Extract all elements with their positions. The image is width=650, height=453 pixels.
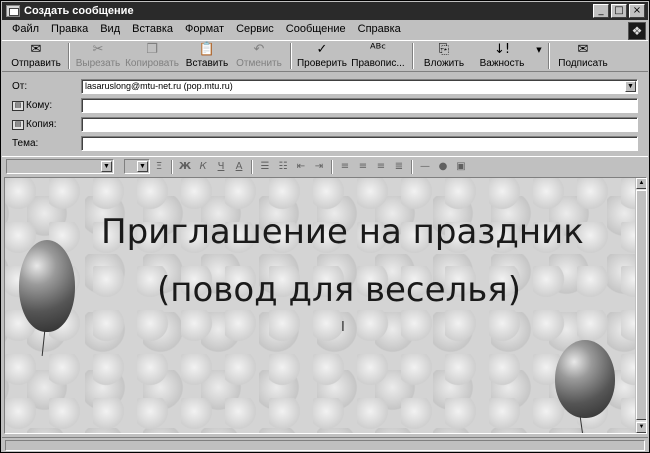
undo-button[interactable]: ↶ Отменить (232, 41, 286, 71)
toolbar-separator (411, 159, 413, 174)
bullet-list-icon[interactable]: ☷ (276, 160, 290, 174)
check-names-button[interactable]: ✓ Проверить (296, 41, 348, 71)
close-button[interactable]: × (629, 4, 645, 18)
hyperlink-icon[interactable]: ● (436, 160, 450, 174)
compose-window: Создать сообщение _ □ × Файл Правка Вид … (0, 0, 650, 453)
status-pane (5, 440, 645, 451)
from-label: От: (12, 81, 28, 92)
numbered-list-icon[interactable]: ☰ (258, 160, 272, 174)
title-bar[interactable]: Создать сообщение _ □ × (2, 2, 648, 20)
toolbar-separator (68, 43, 70, 69)
send-icon: ✉ (30, 42, 42, 57)
toolbar-separator (290, 43, 292, 69)
compose-icon (6, 5, 20, 17)
chevron-down-icon[interactable]: ▼ (625, 81, 636, 92)
minimize-button[interactable]: _ (593, 4, 609, 18)
from-row: От: lasaruslong@mtu-net.ru (pop.mtu.ru) … (2, 78, 648, 95)
decrease-indent-icon[interactable]: ⇤ (294, 160, 308, 174)
menu-help[interactable]: Справка (352, 23, 407, 35)
font-color-icon[interactable]: A (232, 160, 246, 174)
align-center-icon[interactable]: ≡ (356, 160, 370, 174)
cut-button[interactable]: ✂ Вырезать (74, 41, 122, 71)
toolbar-separator (548, 43, 550, 69)
sign-icon: ✉ (577, 42, 589, 57)
subject-label: Тема: (12, 138, 39, 149)
paste-icon: 📋 (198, 42, 216, 57)
menu-message[interactable]: Сообщение (280, 23, 352, 35)
maximize-button[interactable]: □ (611, 4, 627, 18)
send-button[interactable]: ✉ Отправить (8, 41, 64, 71)
paragraph-style-icon[interactable]: Ξ (152, 160, 166, 174)
balloon-image-right (555, 340, 615, 418)
to-row: ▤ Кому: (2, 97, 648, 114)
cc-label-button[interactable]: ▤ Копия: (2, 119, 78, 130)
priority-icon: ↓! (493, 42, 511, 57)
chevron-down-icon[interactable]: ▼ (137, 161, 148, 172)
cc-label: Копия: (26, 119, 57, 130)
status-bar (2, 437, 648, 452)
to-label-button[interactable]: ▤ Кому: (2, 100, 78, 111)
invitation-subheading: (повод для веселья) (157, 270, 522, 310)
toolbar-separator (331, 159, 333, 174)
undo-icon: ↶ (253, 42, 265, 57)
align-left-icon[interactable]: ≡ (338, 160, 352, 174)
bold-icon[interactable]: Ж (178, 160, 192, 174)
check-icon: ✓ (316, 42, 328, 57)
spelling-button[interactable]: ᴬᴮᶜ Правопис... (348, 41, 408, 71)
text-cursor-icon: I (341, 320, 345, 335)
horizontal-line-icon[interactable]: — (418, 160, 432, 174)
main-toolbar: ✉ Отправить ✂ Вырезать ❐ Копировать 📋 Вс… (2, 40, 648, 72)
menu-insert[interactable]: Вставка (126, 23, 179, 35)
menu-edit[interactable]: Правка (45, 23, 94, 35)
to-field[interactable] (81, 98, 638, 113)
address-book-icon: ▤ (12, 100, 24, 111)
toolbar-separator (171, 159, 173, 174)
menu-format[interactable]: Формат (179, 23, 230, 35)
window-title: Создать сообщение (24, 5, 134, 17)
insert-picture-icon[interactable]: ▣ (454, 160, 468, 174)
spelling-icon: ᴬᴮᶜ (369, 42, 387, 57)
sign-button[interactable]: ✉ Подписать (554, 41, 612, 71)
menu-tools[interactable]: Сервис (230, 23, 280, 35)
scroll-up-icon[interactable]: ▲ (636, 178, 646, 189)
chevron-down-icon[interactable]: ▼ (101, 161, 112, 172)
invitation-heading: Приглашение на праздник (101, 212, 584, 252)
priority-dropdown[interactable]: ▼ (534, 41, 544, 71)
chevron-down-icon: ▼ (536, 46, 542, 54)
font-name-select[interactable]: ▼ (6, 159, 114, 174)
toolbar-separator (251, 159, 253, 174)
format-toolbar: ▼ ▼ Ξ Ж К Ч A ☰ ☷ ⇤ ⇥ ≡ ≡ ≡ ≣ — ● ▣ (2, 156, 648, 176)
copy-icon: ❐ (146, 42, 158, 57)
priority-button[interactable]: ↓! Важность (470, 41, 534, 71)
from-value: lasaruslong@mtu-net.ru (pop.mtu.ru) (85, 81, 233, 91)
address-book-icon: ▤ (12, 119, 24, 130)
subject-row: Тема: (2, 135, 648, 152)
align-right-icon[interactable]: ≡ (374, 160, 388, 174)
underline-icon[interactable]: Ч (214, 160, 228, 174)
subject-field[interactable] (81, 136, 638, 151)
cc-field[interactable] (81, 117, 638, 132)
window-controls: _ □ × (593, 4, 645, 18)
message-body[interactable]: Приглашение на праздник (повод для весел… (4, 177, 647, 434)
italic-icon[interactable]: К (196, 160, 210, 174)
menu-bar: Файл Правка Вид Вставка Формат Сервис Со… (2, 21, 648, 37)
menu-file[interactable]: Файл (6, 23, 45, 35)
attach-button[interactable]: ⎘ Вложить (418, 41, 470, 71)
attach-icon: ⎘ (438, 42, 450, 57)
cc-row: ▤ Копия: (2, 116, 648, 133)
toolbar-separator (412, 43, 414, 69)
menu-view[interactable]: Вид (94, 23, 126, 35)
to-label: Кому: (26, 100, 53, 111)
vertical-scrollbar[interactable]: ▲ ▼ (635, 178, 646, 433)
windows-logo-icon: ❖ (628, 22, 646, 40)
cut-icon: ✂ (92, 42, 104, 57)
copy-button[interactable]: ❐ Копировать (122, 41, 182, 71)
from-field[interactable]: lasaruslong@mtu-net.ru (pop.mtu.ru) ▼ (81, 79, 638, 94)
scroll-down-icon[interactable]: ▼ (636, 422, 646, 433)
scroll-thumb[interactable] (636, 190, 646, 420)
justify-icon[interactable]: ≣ (392, 160, 406, 174)
paste-button[interactable]: 📋 Вставить (182, 41, 232, 71)
increase-indent-icon[interactable]: ⇥ (312, 160, 326, 174)
font-size-select[interactable]: ▼ (124, 159, 150, 174)
